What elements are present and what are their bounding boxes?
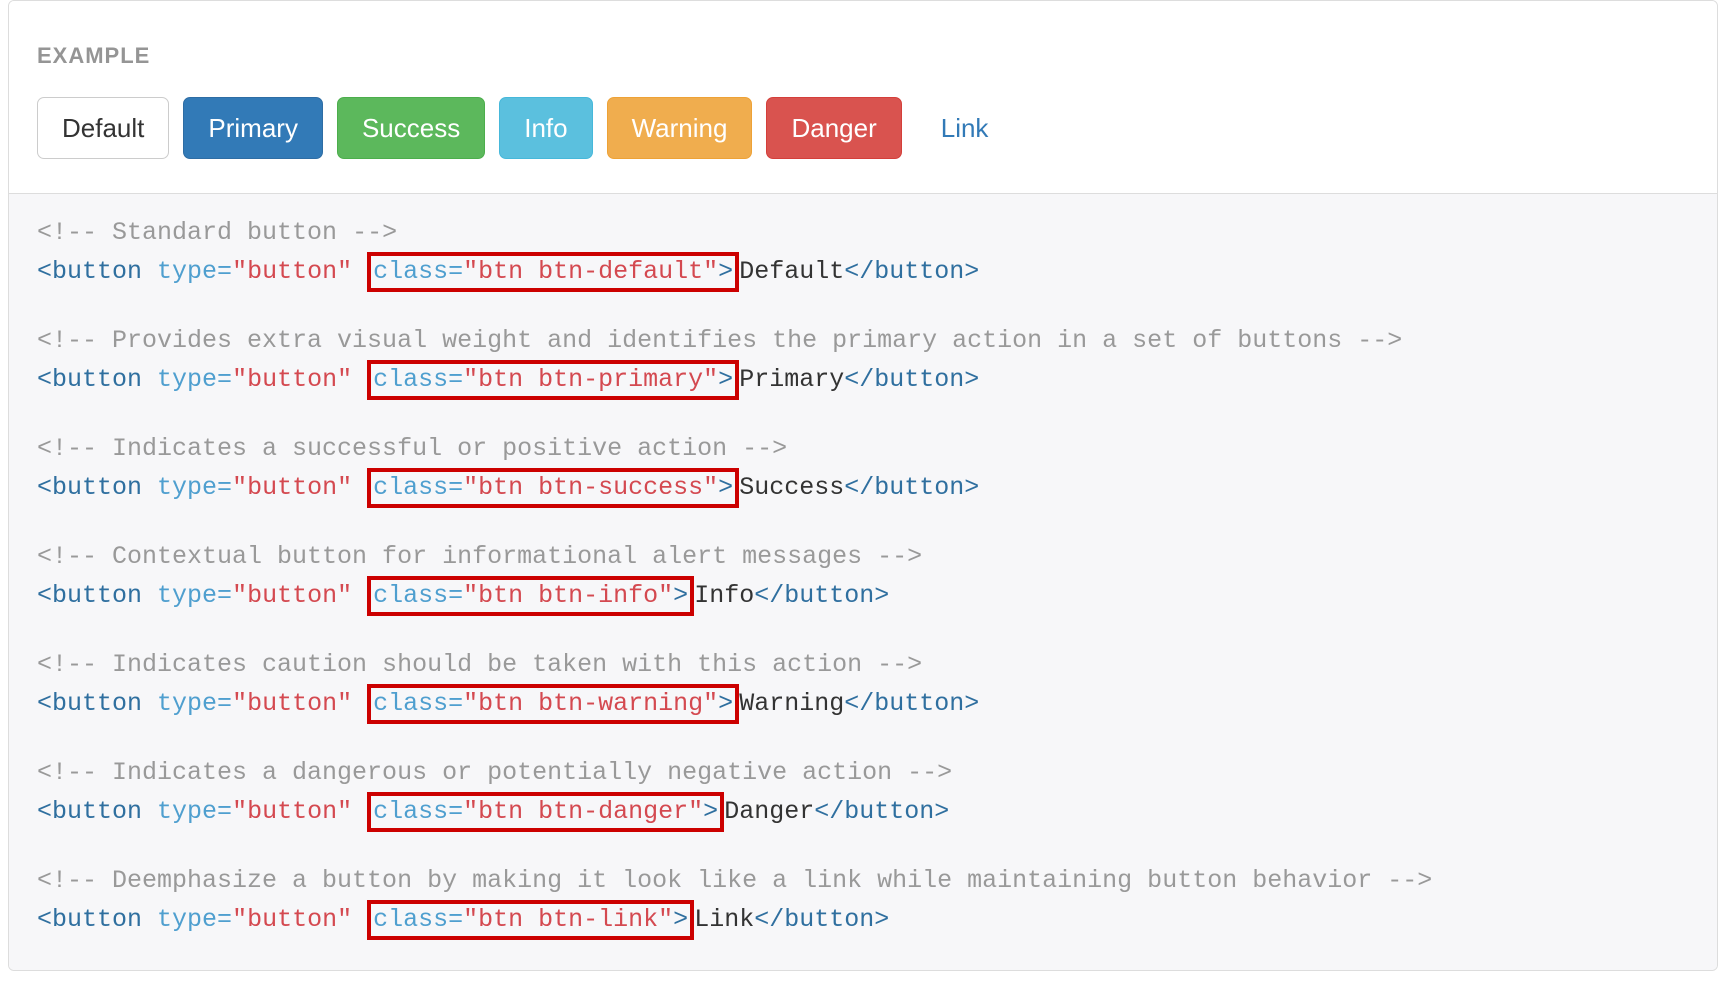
code-text: Danger (724, 797, 814, 826)
code-block: <!-- Provides extra visual weight and id… (37, 322, 1689, 400)
code-string: "button" (232, 905, 352, 934)
example-panel: EXAMPLE Default Primary Success Info War… (8, 0, 1718, 971)
default-button[interactable]: Default (37, 97, 169, 159)
code-text: Success (739, 473, 844, 502)
primary-button[interactable]: Primary (183, 97, 323, 159)
code-tag: <button (37, 689, 142, 718)
warning-button[interactable]: Warning (607, 97, 753, 159)
code-attr: type= (157, 257, 232, 286)
code-attr: type= (157, 797, 232, 826)
code-tag: <button (37, 581, 142, 610)
code-close-tag: </button> (844, 473, 979, 502)
code-highlight: class="btn btn-primary"> (367, 360, 739, 401)
link-button[interactable]: Link (916, 97, 1014, 159)
code-text: Default (739, 257, 844, 286)
code-comment: <!-- Indicates a dangerous or potentiall… (37, 758, 952, 787)
code-highlight: class="btn btn-default"> (367, 252, 739, 293)
code-string: "button" (232, 689, 352, 718)
code-comment: <!-- Deemphasize a button by making it l… (37, 866, 1432, 895)
code-string: "button" (232, 473, 352, 502)
code-text: Info (694, 581, 754, 610)
code-snippet: <!-- Standard button --> <button type="b… (9, 193, 1717, 970)
code-string: "button" (232, 365, 352, 394)
code-attr: type= (157, 473, 232, 502)
example-header: EXAMPLE Default Primary Success Info War… (9, 1, 1717, 193)
info-button[interactable]: Info (499, 97, 592, 159)
code-block: <!-- Standard button --> <button type="b… (37, 214, 1689, 292)
code-close-tag: </button> (844, 257, 979, 286)
code-string: "button" (232, 797, 352, 826)
code-highlight: class="btn btn-link"> (367, 900, 694, 941)
code-highlight: class="btn btn-danger"> (367, 792, 724, 833)
success-button[interactable]: Success (337, 97, 485, 159)
danger-button[interactable]: Danger (766, 97, 901, 159)
code-tag: <button (37, 905, 142, 934)
code-tag: <button (37, 473, 142, 502)
code-highlight: class="btn btn-success"> (367, 468, 739, 509)
code-close-tag: </button> (754, 905, 889, 934)
code-block: <!-- Indicates caution should be taken w… (37, 646, 1689, 724)
code-block: <!-- Indicates a dangerous or potentiall… (37, 754, 1689, 832)
code-block: <!-- Indicates a successful or positive … (37, 430, 1689, 508)
code-comment: <!-- Standard button --> (37, 218, 397, 247)
code-comment: <!-- Indicates caution should be taken w… (37, 650, 922, 679)
code-comment: <!-- Provides extra visual weight and id… (37, 326, 1402, 355)
code-attr: type= (157, 689, 232, 718)
code-text: Primary (739, 365, 844, 394)
code-comment: <!-- Indicates a successful or positive … (37, 434, 787, 463)
example-heading: EXAMPLE (37, 43, 1689, 69)
code-text: Warning (739, 689, 844, 718)
code-block: <!-- Deemphasize a button by making it l… (37, 862, 1689, 940)
code-tag: <button (37, 797, 142, 826)
code-attr: type= (157, 581, 232, 610)
code-block: <!-- Contextual button for informational… (37, 538, 1689, 616)
code-close-tag: </button> (814, 797, 949, 826)
code-string: "button" (232, 257, 352, 286)
code-highlight: class="btn btn-warning"> (367, 684, 739, 725)
code-string: "button" (232, 581, 352, 610)
code-highlight: class="btn btn-info"> (367, 576, 694, 617)
code-tag: <button (37, 365, 142, 394)
code-close-tag: </button> (754, 581, 889, 610)
code-text: Link (694, 905, 754, 934)
code-close-tag: </button> (844, 365, 979, 394)
code-tag: <button (37, 257, 142, 286)
code-attr: type= (157, 365, 232, 394)
button-row: Default Primary Success Info Warning Dan… (37, 97, 1689, 193)
code-comment: <!-- Contextual button for informational… (37, 542, 922, 571)
code-attr: type= (157, 905, 232, 934)
code-close-tag: </button> (844, 689, 979, 718)
